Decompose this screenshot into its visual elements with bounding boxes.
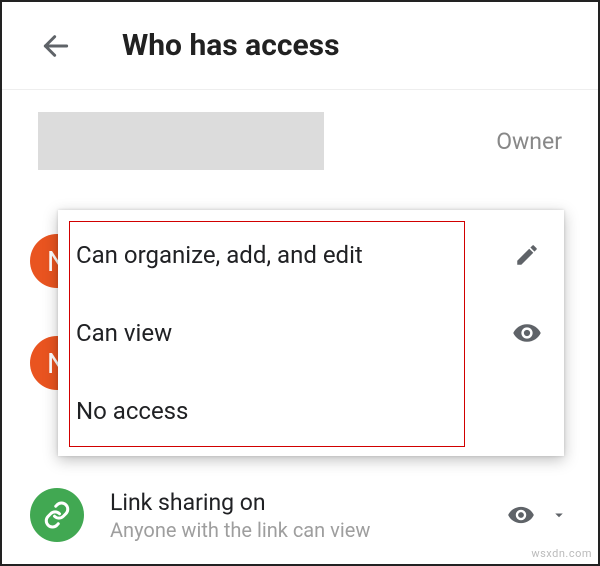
permission-option-label: Can view <box>76 319 512 347</box>
back-arrow-icon[interactable] <box>38 28 74 64</box>
link-icon <box>30 488 84 542</box>
eye-icon <box>506 500 536 530</box>
link-sharing-subtitle: Anyone with the link can view <box>110 518 506 542</box>
link-sharing-title: Link sharing on <box>110 489 506 516</box>
link-sharing-row[interactable]: Link sharing on Anyone with the link can… <box>2 488 598 542</box>
permission-option-edit[interactable]: Can organize, add, and edit <box>58 216 564 294</box>
watermark: wsxdn.com <box>531 547 592 560</box>
page-title: Who has access <box>122 28 340 63</box>
owner-role-label: Owner <box>496 128 562 155</box>
permissions-menu: Can organize, add, and edit Can view No … <box>58 210 564 456</box>
eye-icon <box>512 318 542 348</box>
permission-option-label: Can organize, add, and edit <box>76 241 512 269</box>
permission-option-label: No access <box>76 397 542 425</box>
chevron-down-icon <box>544 500 574 530</box>
permission-option-none[interactable]: No access <box>58 372 564 450</box>
link-sharing-permission-dropdown[interactable] <box>506 500 574 530</box>
header: Who has access <box>2 2 598 90</box>
owner-name-redacted <box>38 112 324 170</box>
permission-option-view[interactable]: Can view <box>58 294 564 372</box>
owner-row: Owner <box>2 90 598 192</box>
pencil-icon <box>512 240 542 270</box>
